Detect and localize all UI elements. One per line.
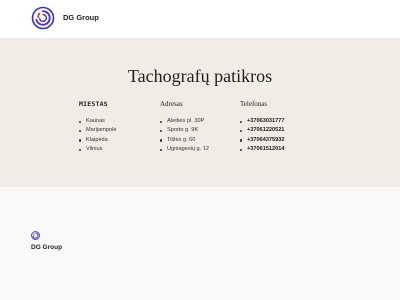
dg-group-logo-icon [31,6,55,30]
cities-heading: MIESTAS [79,100,108,108]
footer-brand-name: DG Group [31,244,63,251]
phone-link[interactable]: +37061220521 [240,126,285,135]
site-header: DG Group [0,0,400,38]
phones-list: +37063031777 +37061220521 +37064375932 +… [240,117,285,155]
phone-link[interactable]: +37061512014 [240,145,285,154]
cities-list: Kaunas Marijampolė Klaipėda Vilnius [79,117,116,155]
address-item: Ugniagesių g. 12 [160,145,209,154]
city-item: Vilnius [79,145,116,154]
city-item: Marijampolė [79,126,116,135]
phones-heading: Telefonas [240,100,268,108]
header-logo-link[interactable] [31,6,55,30]
cities-column: MIESTAS Kaunas Marijampolė Klaipėda Viln… [79,98,116,155]
address-item: Tilžės g. 60 [160,136,209,145]
header-brand-name[interactable]: DG Group [63,13,99,22]
phones-column: Telefonas +37063031777 +37061220521 +370… [240,98,285,155]
address-item: Sporto g. 9K [160,126,209,135]
phone-link[interactable]: +37064375932 [240,136,285,145]
city-item: Kaunas [79,117,116,126]
city-item: Klaipėda [79,136,116,145]
footer-logo-link[interactable] [31,227,40,240]
page-title: Tachografų patikros [127,66,273,86]
addresses-column: Adresas Ateities pl. 30P Sporto g. 9K Ti… [160,98,209,155]
dg-group-logo-icon [31,231,40,240]
addresses-heading: Adresas [160,100,183,108]
address-item: Ateities pl. 30P [160,117,209,126]
phone-link[interactable]: +37063031777 [240,117,285,126]
addresses-list: Ateities pl. 30P Sporto g. 9K Tilžės g. … [160,117,209,155]
